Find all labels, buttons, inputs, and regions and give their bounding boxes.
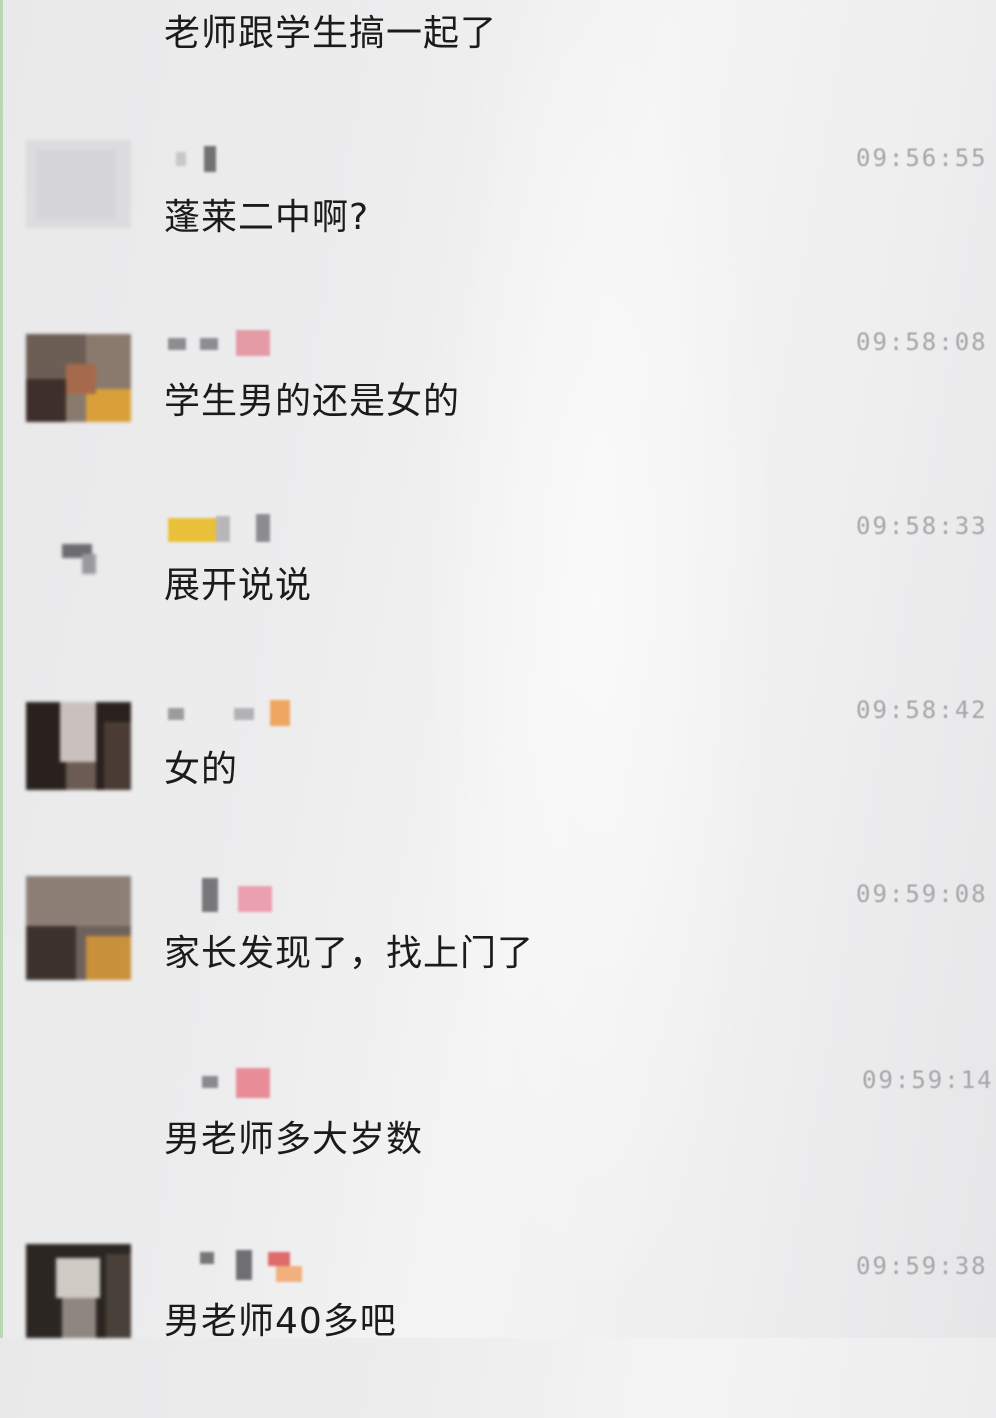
message-text: 学生男的还是女的 bbox=[164, 381, 461, 422]
sender-name-blurred bbox=[164, 142, 314, 176]
message-timestamp: 09:56:55 bbox=[856, 144, 988, 172]
avatar[interactable] bbox=[26, 334, 131, 422]
sender-name-blurred bbox=[164, 510, 314, 544]
message-timestamp: 09:59:38 bbox=[856, 1252, 988, 1280]
chat-message: 09:58:42 女的 bbox=[0, 680, 996, 864]
message-timestamp: 09:59:14 bbox=[862, 1066, 994, 1094]
message-text: 展开说说 bbox=[164, 565, 313, 606]
sender-name-blurred bbox=[164, 878, 314, 912]
chat-message-list[interactable]: 老师跟学生搞一起了 09:56:55 蓬莱二中啊? 09:58:08 学生男的还… bbox=[0, 0, 996, 1342]
chat-message: 09:56:55 蓬莱二中啊? bbox=[0, 128, 996, 312]
sender-name-blurred bbox=[164, 326, 314, 360]
message-text: 老师跟学生搞一起了 bbox=[164, 13, 498, 54]
sender-name-blurred bbox=[164, 694, 314, 728]
sender-name-blurred bbox=[164, 1246, 314, 1282]
avatar[interactable] bbox=[26, 1244, 131, 1338]
chat-message: 09:58:08 学生男的还是女的 bbox=[0, 312, 996, 496]
avatar[interactable] bbox=[26, 1062, 131, 1150]
message-text: 家长发现了，找上门了 bbox=[164, 933, 535, 974]
sender-name-blurred bbox=[164, 1064, 314, 1098]
chat-message: 09:58:33 展开说说 bbox=[0, 496, 996, 680]
message-timestamp: 09:58:08 bbox=[856, 328, 988, 356]
avatar[interactable] bbox=[26, 876, 131, 980]
message-timestamp: 09:58:33 bbox=[856, 512, 988, 540]
chat-message: 09:59:38 男老师40多吧 bbox=[0, 1234, 996, 1418]
avatar[interactable] bbox=[26, 518, 131, 606]
message-text: 女的 bbox=[164, 749, 239, 790]
message-timestamp: 09:59:08 bbox=[856, 880, 988, 908]
message-timestamp: 09:58:42 bbox=[856, 696, 988, 724]
message-text: 男老师40多吧 bbox=[164, 1301, 397, 1342]
avatar[interactable] bbox=[26, 702, 131, 790]
chat-message: 09:59:14 男老师多大岁数 bbox=[0, 1050, 996, 1234]
avatar[interactable] bbox=[26, 140, 131, 228]
message-text: 蓬莱二中啊? bbox=[164, 197, 370, 238]
chat-message: 09:59:08 家长发现了，找上门了 bbox=[0, 864, 996, 1048]
message-text: 男老师多大岁数 bbox=[164, 1119, 424, 1160]
